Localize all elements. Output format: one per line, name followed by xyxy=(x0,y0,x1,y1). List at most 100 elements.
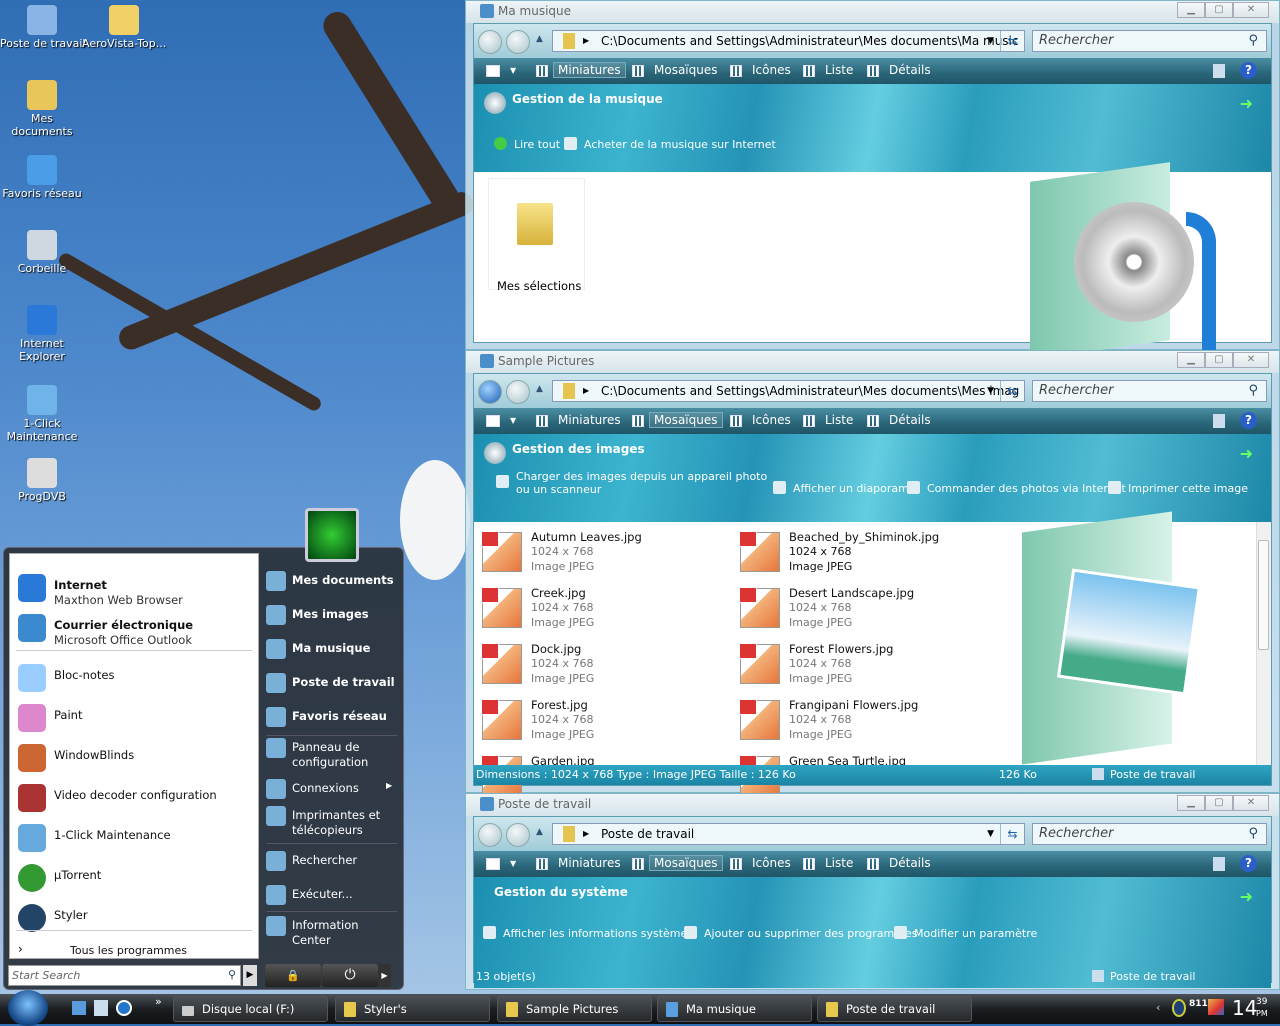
quicklaunch-chevron[interactable]: » xyxy=(155,995,162,1008)
close-button[interactable]: ✕ xyxy=(1233,795,1269,811)
network-meter-icon[interactable]: 811 xyxy=(1189,999,1208,1009)
show-desktop-icon[interactable] xyxy=(72,1001,86,1015)
file-item[interactable]: Dock.jpg 1024 x 768 Image JPEG xyxy=(478,638,718,690)
desktop-icon[interactable]: Corbeille xyxy=(0,230,84,275)
view-icons-button[interactable]: Icônes xyxy=(752,413,791,427)
file-item[interactable]: Beached_by_Shiminok.jpg 1024 x 768 Image J… xyxy=(736,526,976,578)
desktop-icon[interactable]: ProgDVB xyxy=(0,458,84,503)
scrollbar-thumb[interactable] xyxy=(1258,540,1269,650)
breadcrumb-arrow-icon[interactable]: ▶ xyxy=(583,31,589,51)
file-item[interactable]: Creek.jpg 1024 x 768 Image JPEG xyxy=(478,582,718,634)
tray-expand-icon[interactable]: ‹ xyxy=(1156,1001,1160,1014)
refresh-button[interactable]: ⇆ xyxy=(1000,381,1024,401)
start-right-item[interactable]: Exécuter... xyxy=(262,885,402,907)
all-programs-button[interactable]: Tous les programmes xyxy=(70,944,187,957)
view-list-button[interactable]: Liste xyxy=(825,856,853,870)
desktop-icon[interactable]: Favoris réseau xyxy=(0,155,84,200)
close-button[interactable]: ✕ xyxy=(1233,352,1269,368)
title-bar[interactable]: Sample Pictures ▁ ▢ ✕ xyxy=(466,351,1279,373)
view-tiles-button[interactable]: Mosaïques xyxy=(649,855,723,871)
start-right-item[interactable]: Panneau de configuration xyxy=(262,738,402,772)
start-button[interactable] xyxy=(8,990,48,1026)
desktop-icon[interactable]: Internet Explorer xyxy=(0,305,84,363)
view-tiles-button[interactable]: Mosaïques xyxy=(649,412,723,428)
view-thumbnails-button[interactable]: Miniatures xyxy=(553,62,626,78)
task-link[interactable]: Charger des images depuis un appareil ph… xyxy=(516,470,776,496)
up-arrow-icon[interactable]: ▲ xyxy=(536,384,543,394)
forward-button[interactable] xyxy=(506,823,530,847)
taskbar-button[interactable]: Ma musique xyxy=(657,996,812,1022)
folder-item[interactable]: Mes sélections xyxy=(488,178,585,293)
desktop-icon[interactable]: AeroVista-Top... xyxy=(82,5,166,50)
maximize-button[interactable]: ▢ xyxy=(1205,2,1233,18)
view-list-button[interactable]: Liste xyxy=(825,413,853,427)
help-icon[interactable]: ? xyxy=(1240,855,1257,872)
search-input[interactable]: Rechercher ⚲ xyxy=(1032,30,1267,52)
start-right-item[interactable]: Information Center xyxy=(262,916,402,950)
clock-ampm[interactable]: PM xyxy=(1256,1009,1268,1018)
view-details-button[interactable]: Détails xyxy=(889,63,931,77)
maximize-button[interactable]: ▢ xyxy=(1205,352,1233,368)
close-button[interactable]: ✕ xyxy=(1233,2,1269,18)
back-button[interactable] xyxy=(478,30,502,54)
view-thumbnails-button[interactable]: Miniatures xyxy=(558,856,621,870)
maximize-button[interactable]: ▢ xyxy=(1205,795,1233,811)
shutdown-options-button[interactable]: ▶ xyxy=(378,964,391,987)
properties-icon[interactable] xyxy=(1213,857,1225,871)
start-right-item[interactable]: Imprimantes et télécopieurs xyxy=(262,806,402,840)
windowblinds-tray-icon[interactable] xyxy=(1208,999,1224,1015)
forward-button[interactable] xyxy=(506,30,530,54)
preview-pane-button[interactable] xyxy=(486,415,500,427)
user-avatar[interactable] xyxy=(305,508,359,562)
desktop-icon[interactable]: Poste de travail xyxy=(0,5,85,50)
preview-pane-button[interactable] xyxy=(486,65,500,77)
minimize-button[interactable]: ▁ xyxy=(1177,352,1205,368)
start-right-item[interactable]: Ma musique xyxy=(262,639,402,661)
address-dropdown-icon[interactable]: ▼ xyxy=(987,381,994,401)
taskbar-button[interactable]: Disque local (F:) xyxy=(173,996,328,1022)
properties-icon[interactable] xyxy=(1213,414,1225,428)
clock-minutes[interactable]: 39 xyxy=(1256,997,1267,1007)
back-button[interactable] xyxy=(478,380,502,404)
desktop-icon[interactable]: Mes documents xyxy=(0,80,84,138)
view-thumbnails-button[interactable]: Miniatures xyxy=(558,413,621,427)
go-arrow-icon[interactable]: ➜ xyxy=(1240,444,1253,463)
task-link[interactable]: Modifier un paramètre xyxy=(914,927,1037,940)
task-link[interactable]: Lire tout xyxy=(514,138,560,151)
address-field[interactable]: ▶ C:\Documents and Settings\Administrateu… xyxy=(552,30,1025,52)
breadcrumb-arrow-icon[interactable]: ▶ xyxy=(583,824,589,844)
breadcrumb-arrow-icon[interactable]: ▶ xyxy=(583,381,589,401)
go-arrow-icon[interactable]: ➜ xyxy=(1240,887,1253,906)
back-button[interactable] xyxy=(478,823,502,847)
up-arrow-icon[interactable]: ▲ xyxy=(536,34,543,44)
up-arrow-icon[interactable]: ▲ xyxy=(536,827,543,837)
view-tiles-button[interactable]: Mosaïques xyxy=(654,63,718,77)
styler-tray-icon[interactable] xyxy=(1172,999,1186,1017)
computer-icon[interactable] xyxy=(94,1000,108,1016)
go-arrow-icon[interactable]: ➜ xyxy=(1240,94,1253,113)
task-link[interactable]: Imprimer cette image xyxy=(1128,482,1248,495)
view-icons-button[interactable]: Icônes xyxy=(752,63,791,77)
layout-dropdown-icon[interactable]: ▼ xyxy=(510,416,516,425)
refresh-button[interactable]: ⇆ xyxy=(1000,31,1024,51)
layout-dropdown-icon[interactable]: ▼ xyxy=(510,66,516,75)
task-link[interactable]: Afficher les informations système xyxy=(503,927,687,940)
start-right-item[interactable]: Rechercher xyxy=(262,851,402,873)
taskbar-button[interactable]: Poste de travail xyxy=(817,996,972,1022)
view-details-button[interactable]: Détails xyxy=(889,856,931,870)
title-bar[interactable]: Poste de travail ▁ ▢ ✕ xyxy=(466,794,1279,816)
file-item[interactable]: Frangipani Flowers.jpg 1024 x 768 Image JP… xyxy=(736,694,976,746)
task-link[interactable]: Commander des photos via Internet xyxy=(927,482,1126,495)
address-dropdown-icon[interactable]: ▼ xyxy=(987,824,994,844)
properties-icon[interactable] xyxy=(1213,64,1225,78)
title-bar[interactable]: Ma musique ▁ ▢ ✕ xyxy=(466,1,1279,23)
task-link[interactable]: Afficher un diaporama xyxy=(793,482,916,495)
address-field[interactable]: ▶ Poste de travail ▼ ⇆ xyxy=(552,823,1025,845)
power-button[interactable]: ⏻ xyxy=(322,964,378,987)
start-search-input[interactable]: Start Search ⚲ xyxy=(8,965,241,986)
start-right-item[interactable]: Favoris réseau xyxy=(262,707,402,729)
minimize-button[interactable]: ▁ xyxy=(1177,795,1205,811)
start-right-item[interactable]: Mes images xyxy=(262,605,402,627)
view-list-button[interactable]: Liste xyxy=(825,63,853,77)
task-link[interactable]: Acheter de la musique sur Internet xyxy=(584,138,776,151)
